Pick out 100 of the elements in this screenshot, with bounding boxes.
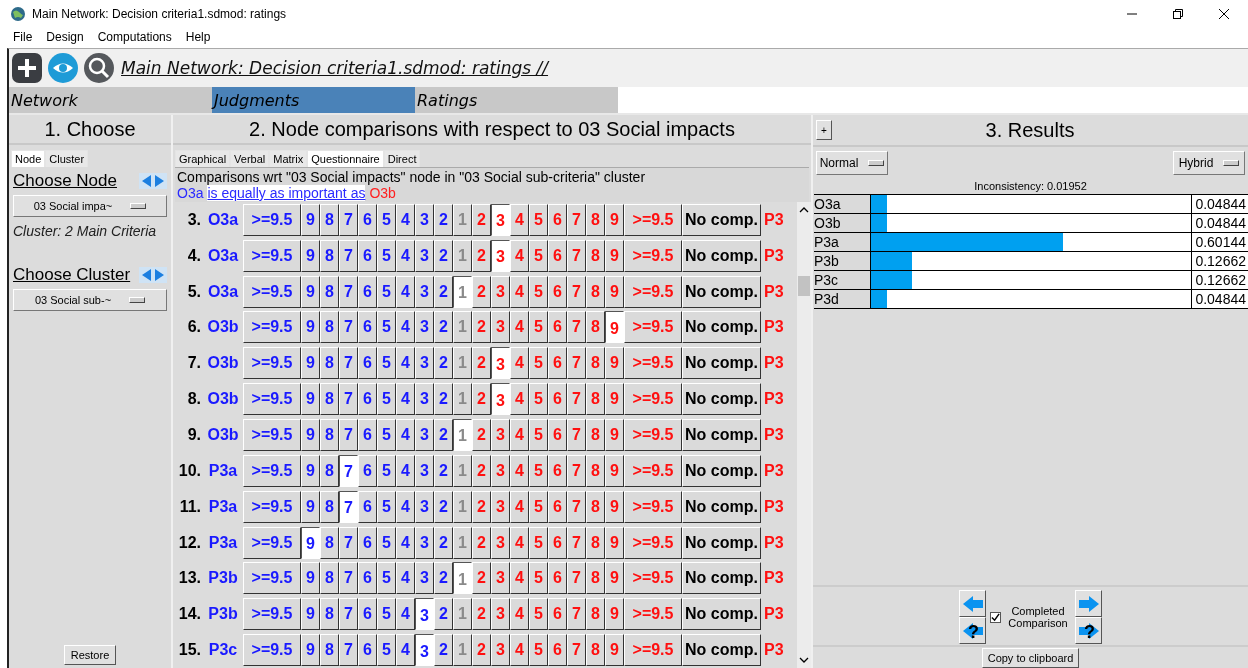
- scale-cell[interactable]: 1: [453, 562, 472, 595]
- scale-cell[interactable]: 9: [301, 383, 320, 416]
- scale-cell[interactable]: 6: [358, 562, 377, 595]
- scale-cell[interactable]: 9: [301, 203, 320, 236]
- scale-cell[interactable]: No comp.: [682, 203, 761, 236]
- scale-cell[interactable]: >=9.5: [243, 634, 301, 667]
- scale-cell[interactable]: >=9.5: [243, 526, 301, 559]
- scale-cell[interactable]: 8: [320, 311, 339, 344]
- scale-cell[interactable]: 8: [320, 275, 339, 308]
- scale-cell[interactable]: 3: [415, 490, 434, 523]
- scale-cell[interactable]: 8: [320, 598, 339, 631]
- copy-button[interactable]: Copy to clipboard: [981, 648, 1080, 668]
- scale-cell[interactable]: 7: [339, 490, 358, 523]
- scale-cell[interactable]: 4: [396, 383, 415, 416]
- scale-cell[interactable]: No comp.: [682, 239, 761, 272]
- scale-cell[interactable]: 7: [339, 634, 358, 667]
- scale-cell[interactable]: 5: [377, 275, 396, 308]
- prev-next-arrows-icon[interactable]: [139, 267, 167, 283]
- scale-cell[interactable]: No comp.: [682, 419, 761, 451]
- scale-cell[interactable]: 6: [358, 239, 377, 272]
- scale-cell[interactable]: 2: [434, 275, 453, 308]
- scale-cell[interactable]: No comp.: [682, 383, 761, 416]
- scale-cell[interactable]: 9: [301, 275, 320, 308]
- choose-node-link[interactable]: Choose Node: [13, 171, 117, 191]
- scale-cell[interactable]: 5: [377, 454, 396, 487]
- scale-cell[interactable]: 3: [415, 383, 434, 416]
- scale-cell[interactable]: 7: [339, 598, 358, 631]
- scale-cell[interactable]: 7: [339, 383, 358, 416]
- mode-dropdown[interactable]: Normal: [816, 151, 888, 175]
- close-icon[interactable]: [1218, 8, 1230, 20]
- scale-cell[interactable]: 8: [320, 634, 339, 667]
- scale-cell[interactable]: 4: [396, 347, 415, 380]
- scale-cell[interactable]: >=9.5: [243, 598, 301, 631]
- scale-cell[interactable]: 4: [396, 598, 415, 631]
- scale-cell[interactable]: 3: [415, 419, 434, 451]
- scale-cell[interactable]: 7: [339, 275, 358, 308]
- scale-cell[interactable]: 5: [377, 419, 396, 451]
- menu-item[interactable]: Help: [185, 30, 211, 44]
- scale-cell[interactable]: 9: [301, 562, 320, 595]
- scale-cell[interactable]: 5: [377, 598, 396, 631]
- tab[interactable]: Matrix: [269, 150, 308, 167]
- scale-cell[interactable]: 3: [415, 598, 434, 631]
- scale-cell[interactable]: >=9.5: [243, 347, 301, 380]
- scale-cell[interactable]: 5: [377, 347, 396, 380]
- scale-cell[interactable]: 9: [301, 311, 320, 344]
- scale-cell[interactable]: 5: [377, 203, 396, 236]
- scale-cell[interactable]: 6: [358, 598, 377, 631]
- scale-cell[interactable]: 4: [396, 490, 415, 523]
- scale-cell[interactable]: No comp.: [682, 562, 761, 595]
- scale-cell[interactable]: 8: [320, 454, 339, 487]
- scale-cell[interactable]: 9: [301, 526, 320, 559]
- scale-cell[interactable]: No comp.: [682, 598, 761, 631]
- scale-cell[interactable]: 5: [377, 383, 396, 416]
- scale-cell[interactable]: 9: [605, 311, 624, 344]
- scale-cell[interactable]: 1: [453, 275, 472, 308]
- scale-cell[interactable]: 2: [434, 203, 453, 236]
- scale-cell[interactable]: 8: [320, 347, 339, 380]
- mode-tab[interactable]: Judgments: [212, 87, 415, 113]
- menu-item[interactable]: Computations: [97, 30, 172, 44]
- previous-button[interactable]: [959, 590, 986, 617]
- node-dropdown[interactable]: 03 Social impa~: [13, 195, 167, 217]
- scale-cell[interactable]: 4: [396, 526, 415, 559]
- scale-cell[interactable]: 5: [377, 526, 396, 559]
- scale-cell[interactable]: 9: [301, 419, 320, 451]
- scale-cell[interactable]: >=9.5: [243, 562, 301, 595]
- verbal-judgment-link[interactable]: is equally as important as: [207, 185, 366, 201]
- scale-cell[interactable]: 5: [377, 562, 396, 595]
- scroll-up-icon[interactable]: [799, 206, 809, 214]
- next-button[interactable]: [1075, 590, 1102, 617]
- scale-cell[interactable]: 6: [358, 203, 377, 236]
- scale-cell[interactable]: >=9.5: [243, 419, 301, 451]
- scale-cell[interactable]: 5: [377, 634, 396, 667]
- scale-cell[interactable]: 4: [396, 239, 415, 272]
- tab[interactable]: Direct: [383, 150, 421, 167]
- scale-cell[interactable]: 6: [358, 383, 377, 416]
- tab[interactable]: Cluster: [45, 150, 89, 167]
- scale-cell[interactable]: 4: [396, 634, 415, 667]
- scale-cell[interactable]: No comp.: [682, 311, 761, 344]
- scale-cell[interactable]: 7: [339, 562, 358, 595]
- scale-cell[interactable]: 9: [301, 490, 320, 523]
- scale-cell[interactable]: No comp.: [682, 490, 761, 523]
- scale-cell[interactable]: 2: [434, 490, 453, 523]
- choose-cluster-link[interactable]: Choose Cluster: [13, 265, 131, 285]
- scale-cell[interactable]: 9: [301, 598, 320, 631]
- scale-cell[interactable]: 3: [415, 275, 434, 308]
- method-dropdown[interactable]: Hybrid: [1173, 151, 1245, 175]
- scale-cell[interactable]: >=9.5: [243, 490, 301, 523]
- scale-cell[interactable]: 7: [339, 347, 358, 380]
- scale-cell[interactable]: 9: [301, 239, 320, 272]
- scale-cell[interactable]: 2: [434, 383, 453, 416]
- scale-cell[interactable]: No comp.: [682, 526, 761, 559]
- scale-cell[interactable]: >=9.5: [243, 454, 301, 487]
- scale-cell[interactable]: 1: [453, 419, 472, 451]
- scale-cell[interactable]: 5: [377, 239, 396, 272]
- scale-cell[interactable]: 6: [358, 275, 377, 308]
- scale-cell[interactable]: 3: [415, 634, 434, 667]
- scrollbar[interactable]: [797, 202, 811, 668]
- scale-cell[interactable]: 4: [396, 275, 415, 308]
- scale-cell[interactable]: 7: [339, 419, 358, 451]
- restore-button[interactable]: Restore: [63, 645, 117, 665]
